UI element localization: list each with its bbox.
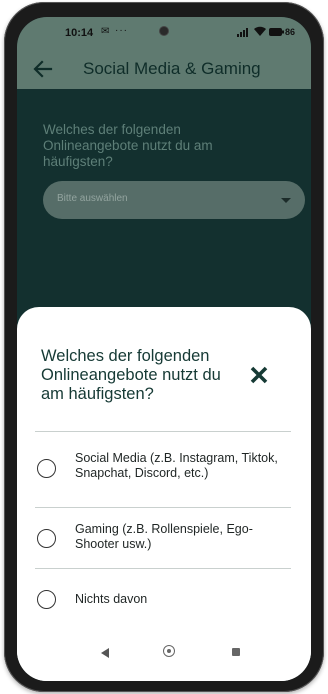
battery-icon [269,28,284,36]
radio-button[interactable] [37,459,56,478]
option-none[interactable]: Nichts davon [35,572,291,632]
status-bar: 10:14 ✉ ··· 86 [17,17,311,49]
more-notifications-icon: ··· [115,25,128,36]
nav-recents-icon[interactable] [232,648,240,656]
option-label: Nichts davon [75,592,148,606]
radio-button[interactable] [37,529,56,548]
option-label: Gaming (z.B. Rollenspiele, Ego-Shooter u… [75,522,253,551]
status-time: 10:14 [65,27,94,39]
radio-button[interactable] [37,590,56,609]
nav-back-icon[interactable] [101,648,109,658]
system-nav-bar [17,628,311,681]
battery-level: 86 [285,27,296,37]
option-social-media[interactable]: Social Media (z.B. Instagram, Tiktok, Sn… [35,447,291,507]
divider [35,568,291,569]
bottom-sheet: Welches der folgenden Onlineangebote nut… [17,307,311,681]
answer-select[interactable]: Bitte auswählen [43,181,305,219]
divider [35,431,291,432]
app-bar: Social Media & Gaming [17,49,311,89]
nav-home-icon[interactable] [163,645,175,657]
arrow-left-icon[interactable] [31,57,55,81]
screen: 10:14 ✉ ··· 86 Social Media & Gaming Wel… [17,17,311,681]
question-text: Welches der folgenden Onlineangebote nut… [43,122,213,169]
page-title: Social Media & Gaming [83,59,261,78]
front-camera [160,27,168,35]
chevron-down-icon [281,198,291,203]
divider [35,507,291,508]
notification-icon: ✉ [101,26,110,37]
select-placeholder: Bitte auswählen [57,193,128,204]
option-gaming[interactable]: Gaming (z.B. Rollenspiele, Ego-Shooter u… [35,511,291,571]
phone-frame: 10:14 ✉ ··· 86 Social Media & Gaming Wel… [4,2,324,692]
close-icon[interactable] [249,365,269,385]
wifi-icon [254,26,266,36]
option-label: Social Media (z.B. Instagram, Tiktok, Sn… [75,451,278,480]
signal-icon [237,28,248,37]
sheet-title: Welches der folgenden Onlineangebote nut… [41,347,221,403]
